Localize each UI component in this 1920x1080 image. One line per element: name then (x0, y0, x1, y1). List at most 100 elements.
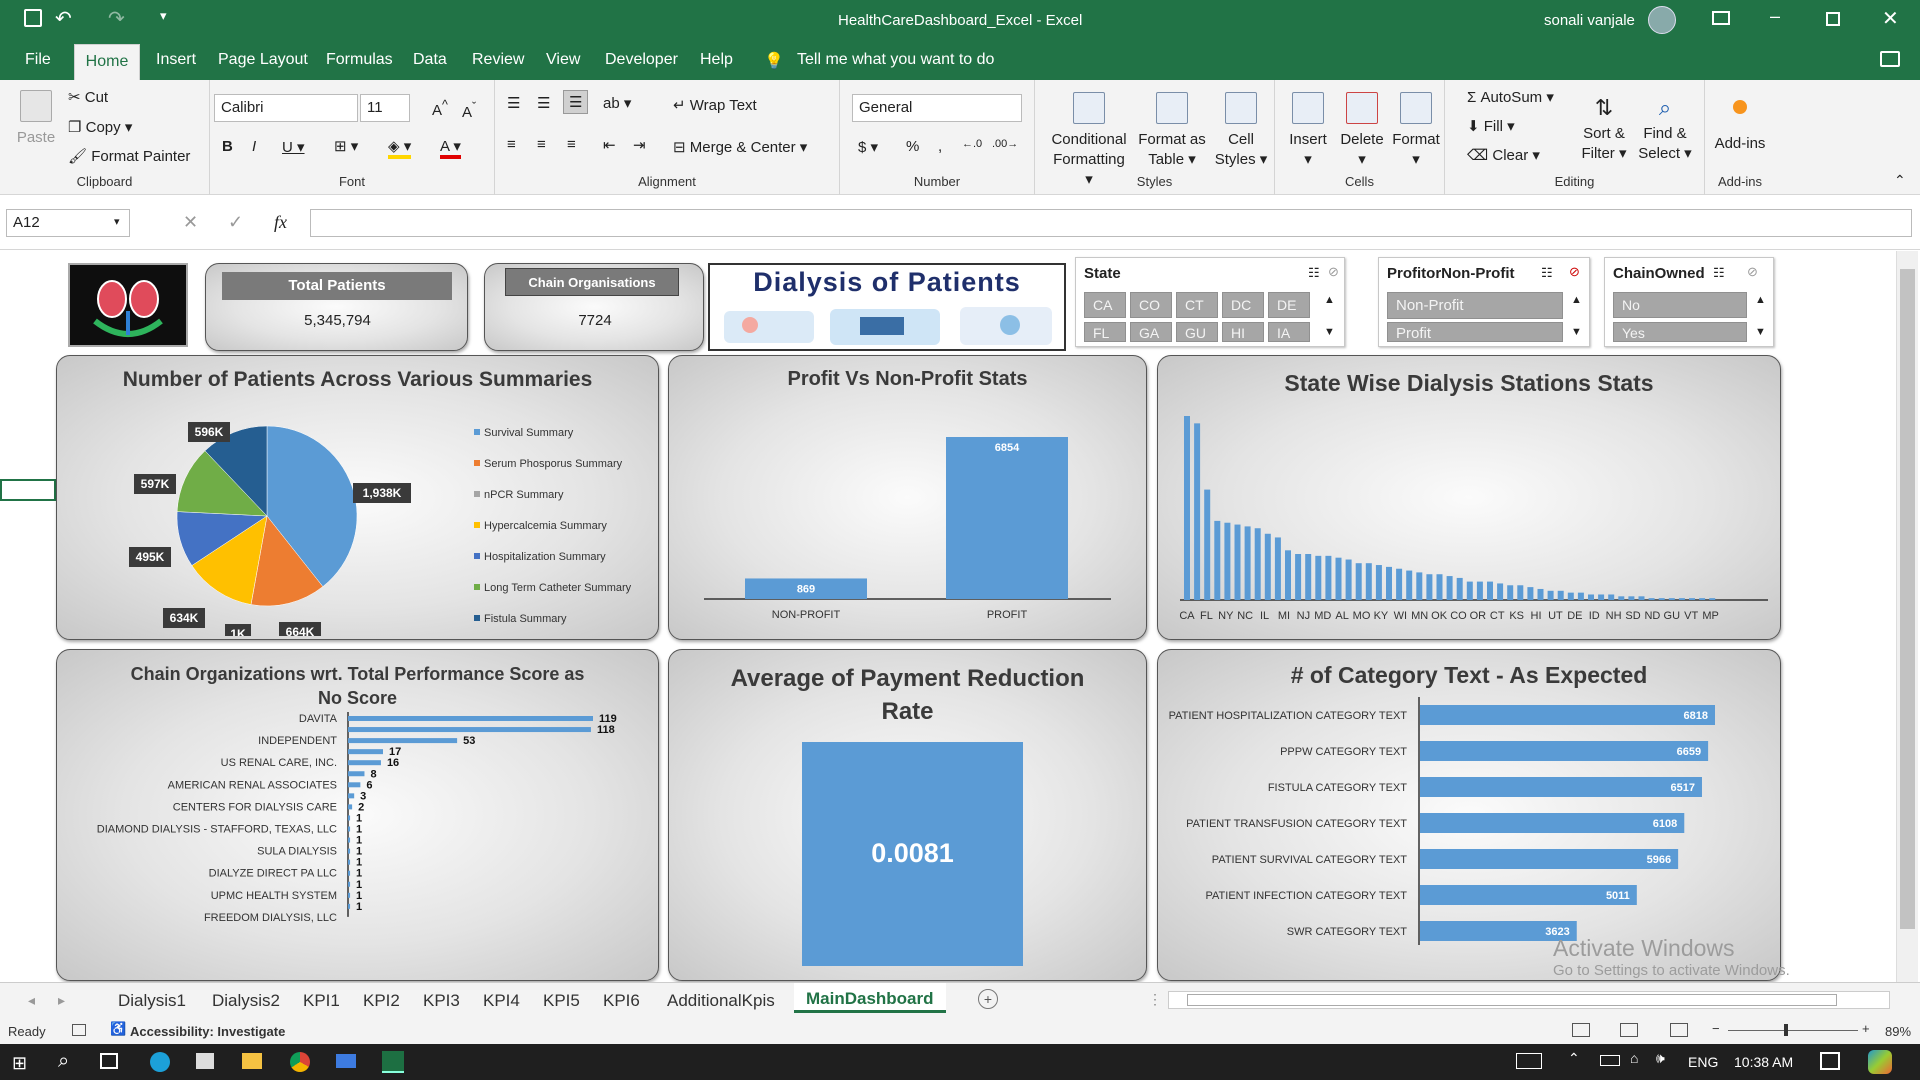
format-cells-button[interactable]: Format ▾ (1389, 92, 1443, 170)
tab-home[interactable]: Home (74, 44, 140, 80)
accessibility-status[interactable]: Accessibility: Investigate (130, 1024, 285, 1039)
clear-filter-icon[interactable]: ⊘ (1747, 264, 1758, 280)
slicer-item-de[interactable]: DE (1268, 292, 1310, 318)
undo-icon[interactable]: ↶ (55, 6, 72, 31)
enter-icon[interactable]: ✓ (228, 212, 243, 233)
slicer-item-non-profit[interactable]: Non-Profit (1387, 292, 1563, 319)
shrink-font-button[interactable]: Aˇ (462, 100, 476, 121)
name-box[interactable]: A12 (6, 209, 130, 237)
tell-me-search[interactable]: Tell me what you want to do (797, 51, 994, 69)
slicer-scroll-down-icon[interactable]: ▼ (1324, 326, 1335, 338)
slicer-item-ga[interactable]: GA (1130, 322, 1172, 342)
battery-icon[interactable] (1600, 1055, 1620, 1066)
excel-taskbar-icon[interactable] (382, 1051, 404, 1073)
multi-select-icon[interactable]: ☷ (1713, 265, 1725, 281)
store-icon[interactable] (196, 1053, 214, 1069)
redo-icon[interactable]: ↷ (108, 6, 125, 31)
close-icon[interactable]: ✕ (1882, 6, 1899, 31)
worksheet[interactable]: Total Patients 5,345,794 Chain Organisat… (0, 251, 1920, 982)
accessibility-icon[interactable]: ♿ (110, 1021, 126, 1037)
zoom-slider[interactable] (1728, 1024, 1858, 1036)
zoom-level[interactable]: 89% (1885, 1024, 1911, 1039)
file-explorer-icon[interactable] (242, 1053, 262, 1069)
formula-input[interactable] (310, 209, 1912, 237)
notifications-icon[interactable] (1820, 1052, 1840, 1070)
sheet-tab-kpi1[interactable]: KPI1 (303, 991, 340, 1011)
page-layout-view-icon[interactable] (1620, 1023, 1638, 1037)
vertical-scrollbar[interactable] (1896, 251, 1918, 982)
font-size-select[interactable]: 11 (360, 94, 410, 122)
tab-file[interactable]: File (25, 51, 51, 69)
multi-select-icon[interactable]: ☷ (1541, 265, 1553, 281)
user-name[interactable]: sonali vanjale (1544, 12, 1635, 29)
chain-owned-slicer[interactable]: ChainOwned ☷ ⊘ No Yes ▲ ▼ (1604, 257, 1774, 347)
insert-cells-button[interactable]: Insert ▾ (1283, 92, 1333, 170)
sheet-tab-kpi3[interactable]: KPI3 (423, 991, 460, 1011)
clear-filter-icon[interactable]: ⊘ (1328, 264, 1339, 280)
profit-chart-card[interactable]: Profit Vs Non-Profit Stats 869 NON-PROFIT… (668, 355, 1147, 640)
cancel-icon[interactable]: ✕ (183, 212, 198, 233)
sheet-tab-kpi6[interactable]: KPI6 (603, 991, 640, 1011)
edge-icon[interactable] (150, 1052, 170, 1072)
wrap-text-button[interactable]: ↵ Wrap Text (673, 96, 757, 114)
fill-button[interactable]: ⬇ Fill ▾ (1467, 117, 1515, 135)
tab-insert[interactable]: Insert (156, 51, 196, 69)
volume-icon[interactable]: 🕪 (1656, 1050, 1665, 1067)
clear-button[interactable]: ⌫ Clear ▾ (1467, 146, 1540, 164)
number-format-select[interactable]: General (852, 94, 1022, 122)
cell-styles-button[interactable]: Cell Styles ▾ (1211, 92, 1271, 170)
decrease-decimal-button[interactable]: .00→ (992, 138, 1018, 150)
mail-icon[interactable] (336, 1054, 356, 1068)
tab-developer[interactable]: Developer (605, 51, 678, 69)
keyboard-icon[interactable] (1516, 1053, 1542, 1069)
bold-button[interactable]: B (222, 138, 233, 155)
payment-reduction-card[interactable]: Average of Payment Reduction Rate 0.0081 (668, 649, 1147, 981)
state-slicer[interactable]: State ☷ ⊘ CA CO CT DC DE FL GA GU HI IA … (1075, 257, 1345, 347)
chain-performance-card[interactable]: Chain Organizations wrt. Total Performan… (56, 649, 659, 981)
tab-formulas[interactable]: Formulas (326, 51, 393, 69)
tray-chevron-icon[interactable]: ⌃ (1568, 1050, 1580, 1067)
macro-record-icon[interactable] (72, 1024, 86, 1036)
normal-view-icon[interactable] (1572, 1023, 1590, 1037)
slicer-scroll-down-icon[interactable]: ▼ (1571, 326, 1582, 338)
state-chart-card[interactable]: State Wise Dialysis Stations Stats CA FL N… (1157, 355, 1781, 640)
restore-icon[interactable] (1826, 12, 1840, 26)
page-break-view-icon[interactable] (1670, 1023, 1688, 1037)
merge-center-button[interactable]: ⊟ Merge & Center ▾ (673, 138, 807, 156)
insert-function-icon[interactable]: fx (274, 212, 287, 233)
prev-sheet-icon[interactable]: ◂ (28, 992, 35, 1009)
sheet-tab-additionalkpis[interactable]: AdditionalKpis (667, 991, 775, 1011)
format-painter-button[interactable]: 🖌 Format Painter (68, 147, 190, 165)
align-center-button[interactable]: ≡ (537, 136, 546, 153)
save-icon[interactable] (24, 9, 42, 27)
next-sheet-icon[interactable]: ▸ (58, 992, 65, 1009)
addins-button[interactable]: Add-ins (1709, 92, 1771, 154)
decrease-indent-button[interactable]: ⇤ (603, 136, 616, 154)
comma-button[interactable]: , (938, 138, 942, 155)
tab-splitter-icon[interactable]: ⋮ (1148, 991, 1162, 1008)
slicer-item-profit[interactable]: Profit (1387, 322, 1563, 342)
tab-review[interactable]: Review (472, 51, 524, 69)
zoom-in-icon[interactable]: + (1862, 1021, 1870, 1036)
profit-slicer[interactable]: ProfitorNon-Profit ☷ ⊘ Non-Profit Profit… (1378, 257, 1590, 347)
windows-start-icon[interactable]: ⊞ (12, 1053, 27, 1074)
borders-button[interactable]: ⊞ ▾ (334, 137, 358, 155)
sheet-tab-dialysis1[interactable]: Dialysis1 (118, 991, 186, 1011)
horizontal-scroll-thumb[interactable] (1187, 994, 1837, 1006)
category-chart-card[interactable]: # of Category Text - As Expected 6818 PAT… (1157, 649, 1781, 981)
sheet-tab-kpi2[interactable]: KPI2 (363, 991, 400, 1011)
chrome-icon[interactable] (290, 1052, 310, 1072)
slicer-scroll-down-icon[interactable]: ▼ (1755, 326, 1766, 338)
slicer-item-ct[interactable]: CT (1176, 292, 1218, 318)
network-icon[interactable]: ⌂ (1630, 1050, 1638, 1066)
currency-button[interactable]: $ ▾ (858, 138, 878, 156)
language-indicator[interactable]: ENG (1688, 1054, 1718, 1070)
tab-data[interactable]: Data (413, 51, 447, 69)
slicer-item-gu[interactable]: GU (1176, 322, 1218, 342)
increase-decimal-button[interactable]: ←.0 (962, 138, 982, 150)
multi-select-icon[interactable]: ☷ (1308, 265, 1320, 281)
slicer-scroll-up-icon[interactable]: ▲ (1571, 294, 1582, 306)
clock[interactable]: 10:38 AM (1734, 1054, 1793, 1070)
delete-cells-button[interactable]: Delete ▾ (1335, 92, 1389, 170)
copy-button[interactable]: ❐ Copy ▾ (68, 118, 132, 136)
